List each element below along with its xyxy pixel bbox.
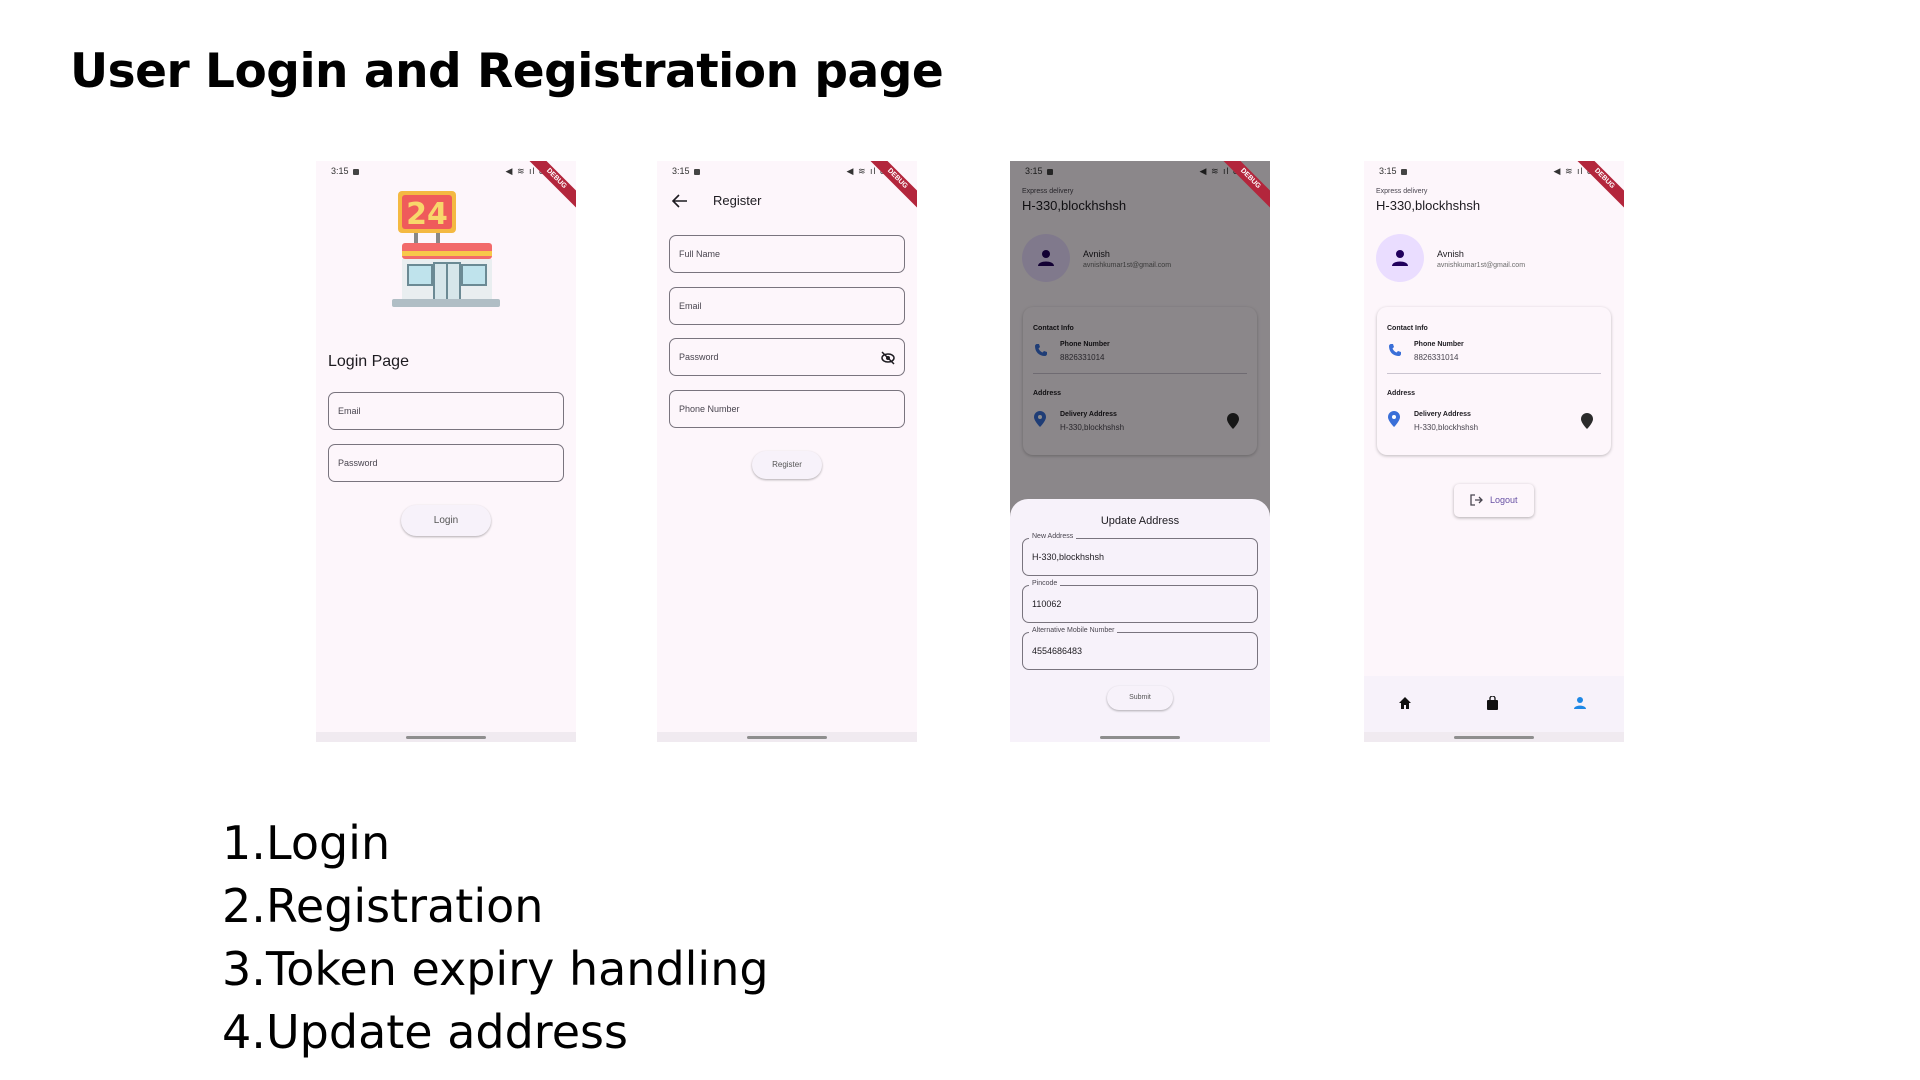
shopping-bag-icon[interactable] xyxy=(1486,696,1499,710)
update-address-screen: 3:15 ◀ ≋ ıl 83 Express delivery H-330,bl… xyxy=(1010,161,1270,742)
new-address-value: H-330,blockhshsh xyxy=(1032,552,1105,562)
status-time: 3:15 xyxy=(1379,166,1407,176)
visibility-off-icon[interactable] xyxy=(881,351,895,365)
delivery-address-value: H-330,blockhshsh xyxy=(1414,423,1479,432)
login-button[interactable]: Login xyxy=(401,505,491,536)
new-address-field[interactable]: New Address H-330,blockhshsh xyxy=(1022,533,1258,576)
location-pin-icon xyxy=(1388,411,1400,427)
password-field[interactable]: Password xyxy=(328,444,564,482)
email-field[interactable]: Email xyxy=(328,392,564,430)
profile-screen: 3:15 ◀ ≋ ıl 83 DEBUG Express delivery H-… xyxy=(1364,161,1624,742)
feature-item: 1.Login xyxy=(222,816,391,870)
status-time: 3:15 xyxy=(672,166,700,176)
phone-icon xyxy=(1389,344,1401,356)
slide-title: User Login and Registration page xyxy=(70,44,944,99)
home-icon[interactable] xyxy=(1398,696,1412,710)
home-indicator[interactable] xyxy=(1100,736,1180,739)
address-header: H-330,blockhshsh xyxy=(1376,198,1481,213)
status-bar: 3:15 ◀ ≋ ıl 83 xyxy=(1379,166,1609,178)
address-label: Address xyxy=(1387,390,1416,397)
update-address-sheet: Update Address New Address H-330,blockhs… xyxy=(1010,499,1270,742)
alt-mobile-field[interactable]: Alternative Mobile Number 4554686483 xyxy=(1022,627,1258,670)
email-field[interactable]: Email xyxy=(669,287,905,325)
feature-item: 4.Update address xyxy=(222,1005,628,1059)
home-indicator[interactable] xyxy=(406,736,486,739)
divider xyxy=(1387,373,1601,374)
express-delivery-label: Express delivery xyxy=(1376,188,1428,195)
phone-number-value: 8826331014 xyxy=(1414,353,1459,362)
full-name-field[interactable]: Full Name xyxy=(669,235,905,273)
status-time: 3:15 xyxy=(331,166,359,176)
logout-icon xyxy=(1470,494,1483,506)
svg-text:24: 24 xyxy=(406,197,448,232)
convenience-store-24-icon: 24 xyxy=(392,191,500,307)
person-icon xyxy=(1392,250,1408,266)
back-arrow-icon[interactable] xyxy=(672,194,688,208)
info-card: Contact Info Phone Number 8826331014 Add… xyxy=(1377,307,1611,455)
password-label: Password xyxy=(679,352,719,362)
feature-item: 3.Token expiry handling xyxy=(222,942,769,996)
feature-item: 2.Registration xyxy=(222,879,544,933)
status-bar: 3:15 ◀ ≋ ıl 83 xyxy=(331,166,561,178)
user-email: avnishkumar1st@gmail.com xyxy=(1437,262,1526,269)
feature-list: 1.Login 2.Registration 3.Token expiry ha… xyxy=(222,812,769,1064)
submit-button[interactable]: Submit xyxy=(1107,686,1173,710)
logout-label: Logout xyxy=(1490,495,1518,505)
home-indicator[interactable] xyxy=(747,736,827,739)
register-button[interactable]: Register xyxy=(752,451,822,479)
phone-number-title: Phone Number xyxy=(1414,341,1464,348)
pincode-field[interactable]: Pincode 110062 xyxy=(1022,580,1258,623)
avatar xyxy=(1376,234,1424,282)
page-title: Register xyxy=(713,193,762,208)
contact-info-label: Contact Info xyxy=(1387,325,1428,332)
phone-number-field[interactable]: Phone Number xyxy=(669,390,905,428)
password-field[interactable]: Password xyxy=(669,338,905,376)
status-bar: 3:15 ◀ ≋ ıl 83 xyxy=(672,166,902,178)
pincode-value: 110062 xyxy=(1032,599,1062,609)
sheet-title: Update Address xyxy=(1100,515,1180,527)
register-screen: 3:15 ◀ ≋ ıl 83 DEBUG Register Full Name … xyxy=(657,161,917,742)
edit-location-icon[interactable] xyxy=(1581,413,1593,429)
delivery-address-title: Delivery Address xyxy=(1414,411,1471,418)
alt-mobile-label: Alternative Mobile Number xyxy=(1029,627,1118,634)
person-icon[interactable] xyxy=(1573,696,1587,710)
new-address-label: New Address xyxy=(1029,533,1077,540)
login-screen: 3:15 ◀ ≋ ıl 83 DEBUG 24 Login Page Email… xyxy=(316,161,576,742)
home-indicator[interactable] xyxy=(1454,736,1534,739)
bottom-nav xyxy=(1364,676,1624,732)
logout-button[interactable]: Logout xyxy=(1454,484,1534,517)
alt-mobile-value: 4554686483 xyxy=(1032,646,1083,656)
page-heading: Login Page xyxy=(328,353,409,370)
user-name: Avnish xyxy=(1437,249,1464,259)
pincode-label: Pincode xyxy=(1029,580,1061,587)
